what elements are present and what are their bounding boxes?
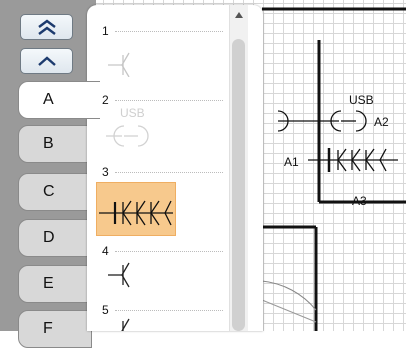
tab-letter-a[interactable]: A — [18, 81, 100, 119]
a3-label: A3 — [352, 194, 367, 208]
letter-rail: A B C D E F — [0, 0, 100, 348]
item-number: 3 — [102, 165, 109, 179]
item-number: 2 — [102, 93, 109, 107]
triple-contact-icon — [99, 200, 173, 226]
palette-item-1-symbol[interactable] — [96, 41, 156, 77]
scroll-up-button[interactable] — [20, 48, 73, 74]
palette-item-5-symbol[interactable] — [96, 315, 156, 331]
tab-letter-c[interactable]: C — [18, 173, 92, 211]
divider — [115, 100, 223, 101]
tab-letter-f[interactable]: F — [18, 310, 92, 348]
triple-contact-symbol — [308, 148, 398, 172]
contact-symbol — [277, 110, 319, 132]
tab-letter-d[interactable]: D — [18, 219, 92, 257]
palette-item-3-symbol[interactable] — [96, 182, 176, 236]
usb-label: USB — [349, 93, 374, 107]
divider — [115, 31, 223, 32]
divider — [115, 310, 223, 311]
divider — [115, 251, 223, 252]
palette-scrollbar[interactable] — [229, 5, 248, 331]
triangle-up-icon — [235, 12, 243, 18]
double-chevron-up-icon — [37, 19, 56, 35]
palette-item-4-symbol[interactable] — [96, 255, 156, 291]
a2-label: A2 — [374, 115, 389, 129]
usb-label: USB — [120, 106, 145, 120]
divider — [115, 172, 223, 173]
scrollbar-thumb[interactable] — [232, 39, 245, 331]
chevron-up-icon — [37, 56, 56, 66]
palette-item-2-symbol[interactable] — [96, 119, 156, 149]
scrollbar-up-arrow[interactable] — [230, 7, 248, 23]
scroll-to-top-button[interactable] — [20, 14, 73, 40]
a1-label: A1 — [284, 155, 299, 169]
tab-letter-e[interactable]: E — [18, 265, 92, 303]
usb-connector-symbol — [319, 110, 367, 132]
symbol-palette: 1 2 USB 3 4 5 — [87, 5, 263, 331]
tab-letter-b[interactable]: B — [18, 125, 92, 163]
item-number: 1 — [102, 24, 109, 38]
